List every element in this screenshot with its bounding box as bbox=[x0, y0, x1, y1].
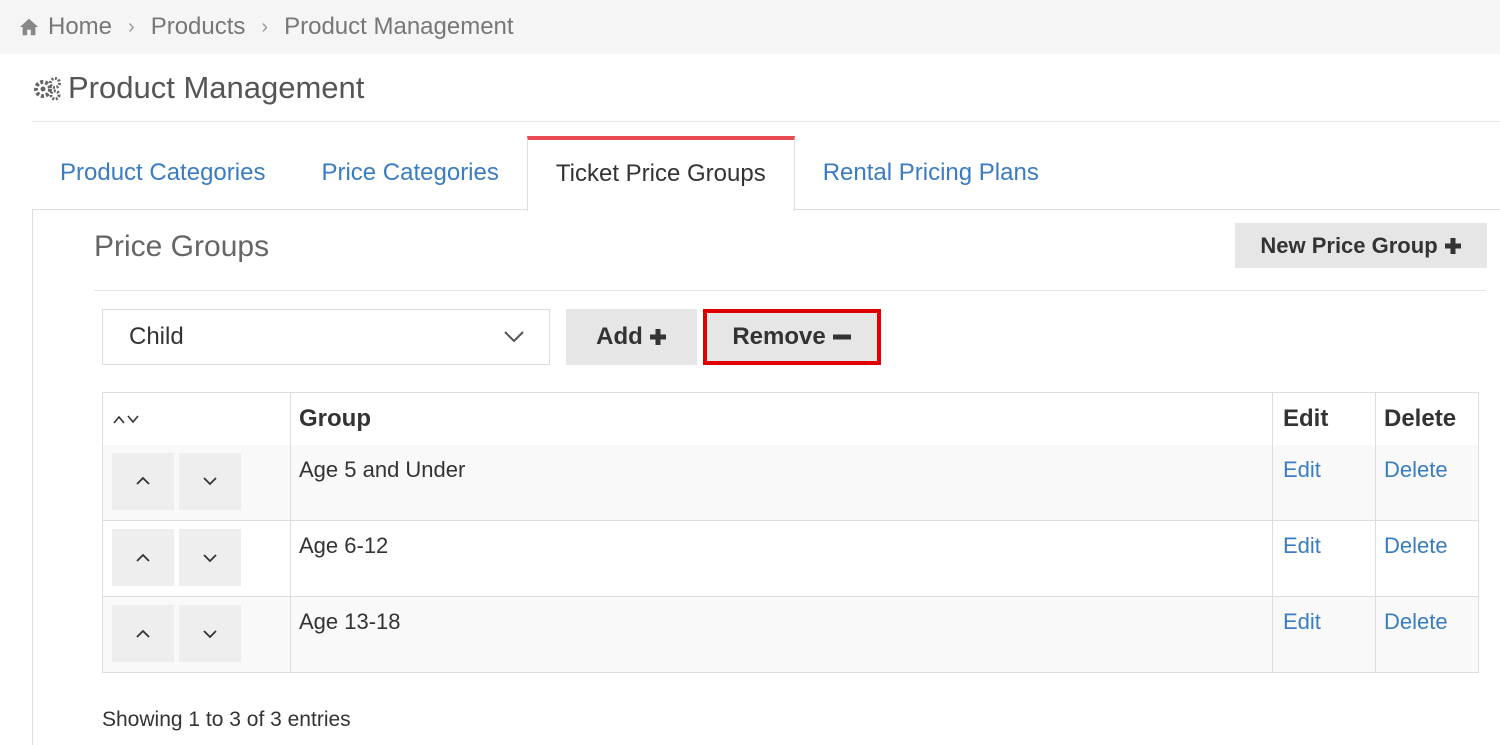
delete-column-header: Delete bbox=[1375, 392, 1479, 445]
table-row: Age 5 and Under Edit Delete bbox=[102, 444, 1479, 521]
remove-button-label: Remove bbox=[732, 323, 826, 350]
page-title-text: Product Management bbox=[68, 70, 365, 105]
home-icon bbox=[19, 18, 39, 36]
tab-rental-pricing-plans[interactable]: Rental Pricing Plans bbox=[795, 136, 1067, 210]
chevron-up-icon bbox=[136, 476, 150, 485]
new-price-group-button[interactable]: New Price Group bbox=[1235, 223, 1487, 268]
tab-price-categories[interactable]: Price Categories bbox=[293, 136, 526, 210]
breadcrumb-separator: › bbox=[128, 15, 135, 38]
edit-link[interactable]: Edit bbox=[1283, 533, 1321, 558]
row-delete-cell: Delete bbox=[1375, 596, 1479, 673]
edit-link[interactable]: Edit bbox=[1283, 609, 1321, 634]
edit-column-header: Edit bbox=[1272, 392, 1376, 445]
row-delete-cell: Delete bbox=[1375, 444, 1479, 521]
table-row: Age 13-18 Edit Delete bbox=[102, 596, 1479, 673]
row-order-cell bbox=[103, 597, 291, 673]
breadcrumb: Home › Products › Product Management bbox=[0, 0, 1500, 54]
row-order-cell bbox=[103, 521, 291, 597]
delete-link[interactable]: Delete bbox=[1384, 609, 1448, 634]
add-button-label: Add bbox=[596, 323, 643, 350]
chevron-down-icon bbox=[504, 331, 524, 343]
chevron-up-icon bbox=[136, 553, 150, 562]
add-button[interactable]: Add bbox=[566, 309, 697, 365]
edit-link[interactable]: Edit bbox=[1283, 457, 1321, 482]
move-down-button[interactable] bbox=[179, 529, 241, 586]
sort-column-header[interactable] bbox=[103, 393, 291, 445]
row-delete-cell: Delete bbox=[1375, 520, 1479, 597]
price-groups-table: Group Edit Delete Age 5 and Under Edit D… bbox=[102, 392, 1479, 673]
chevron-down-icon bbox=[203, 553, 217, 562]
move-up-button[interactable] bbox=[112, 529, 174, 586]
section-divider bbox=[94, 290, 1486, 291]
row-edit-cell: Edit bbox=[1272, 444, 1376, 521]
plus-icon bbox=[649, 329, 666, 345]
delete-link[interactable]: Delete bbox=[1384, 457, 1448, 482]
chevron-up-icon bbox=[136, 629, 150, 638]
remove-button[interactable]: Remove bbox=[703, 309, 881, 365]
page-title: Product Management bbox=[32, 66, 364, 110]
sort-icon bbox=[113, 415, 139, 424]
breadcrumb-separator: › bbox=[261, 15, 269, 38]
section-title: Price Groups bbox=[94, 230, 270, 263]
table-header-row: Group Edit Delete bbox=[103, 392, 1479, 445]
breadcrumb-current: Product Management bbox=[284, 13, 514, 40]
price-group-select[interactable]: Child bbox=[102, 309, 550, 365]
row-edit-cell: Edit bbox=[1272, 596, 1376, 673]
table-row: Age 6-12 Edit Delete bbox=[102, 520, 1479, 597]
row-group-name: Age 13-18 bbox=[290, 596, 1273, 673]
row-group-name: Age 6-12 bbox=[290, 520, 1273, 597]
price-group-select-value: Child bbox=[129, 323, 184, 350]
row-group-name: Age 5 and Under bbox=[290, 444, 1273, 521]
row-edit-cell: Edit bbox=[1272, 520, 1376, 597]
new-price-group-label: New Price Group bbox=[1260, 232, 1438, 258]
row-order-cell bbox=[103, 445, 291, 521]
move-down-button[interactable] bbox=[179, 605, 241, 662]
gears-icon bbox=[34, 77, 61, 101]
tab-bar: Product Categories Price Categories Tick… bbox=[32, 136, 1067, 211]
tab-ticket-price-groups[interactable]: Ticket Price Groups bbox=[526, 136, 795, 211]
chevron-down-icon bbox=[203, 477, 217, 486]
tab-product-categories[interactable]: Product Categories bbox=[32, 136, 293, 210]
move-up-button[interactable] bbox=[112, 605, 174, 662]
delete-link[interactable]: Delete bbox=[1384, 533, 1448, 558]
group-column-header: Group bbox=[290, 392, 1273, 445]
chevron-down-icon bbox=[203, 629, 217, 638]
minus-icon bbox=[832, 334, 851, 340]
table-info: Showing 1 to 3 of 3 entries bbox=[102, 708, 351, 731]
plus-icon bbox=[1444, 237, 1461, 254]
breadcrumb-home-link[interactable]: Home bbox=[48, 13, 112, 41]
move-down-button[interactable] bbox=[179, 452, 241, 510]
breadcrumb-products-link[interactable]: Products bbox=[151, 13, 246, 41]
move-up-button[interactable] bbox=[112, 452, 174, 510]
title-divider bbox=[32, 121, 1500, 122]
